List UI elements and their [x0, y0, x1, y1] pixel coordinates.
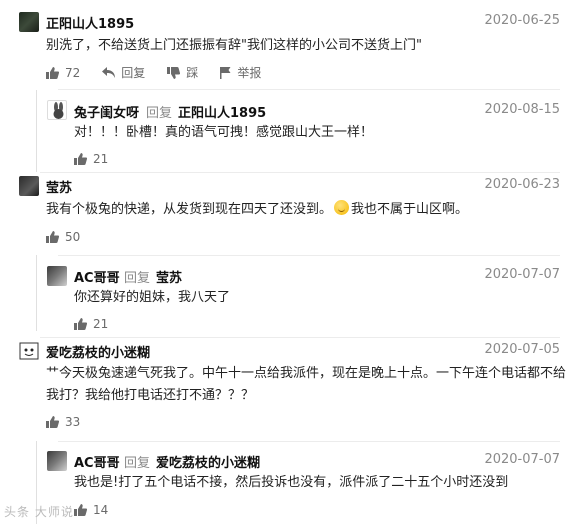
divider	[58, 89, 560, 90]
comment-date: 2020-06-23	[484, 177, 560, 192]
smile-emoji-icon	[334, 200, 350, 215]
reply-word: 回复	[124, 456, 151, 471]
comment-username[interactable]: 莹苏	[46, 177, 72, 196]
reply-target-username[interactable]: 正阳山人1895	[178, 102, 266, 121]
comment-username[interactable]: 正阳山人1895	[46, 13, 134, 32]
like-button[interactable]: 33	[46, 415, 80, 429]
reply-thread-line	[36, 90, 37, 172]
like-count: 33	[65, 415, 81, 429]
like-button[interactable]: 72	[46, 66, 80, 80]
report-button[interactable]: 举报	[220, 64, 261, 81]
like-count: 50	[65, 230, 81, 244]
thumbs-up-icon	[74, 318, 87, 330]
reply-button[interactable]: 回复	[102, 64, 145, 81]
reply-text: 对！！！卧槽！真的语气可拽！感觉跟山大王一样！	[74, 125, 374, 140]
comment-username[interactable]: 爱吃荔枝的小迷糊	[46, 342, 150, 361]
thumbs-up-icon	[46, 416, 59, 428]
reply-username[interactable]: AC哥哥	[74, 452, 120, 471]
avatar[interactable]	[19, 176, 39, 196]
reply-target-username[interactable]: 爱吃荔枝的小迷糊	[156, 452, 260, 471]
like-count: 14	[93, 503, 109, 517]
comment-date: 2020-06-25	[484, 13, 560, 28]
reply-label: 回复	[121, 66, 146, 80]
avatar[interactable]	[19, 12, 39, 32]
avatar[interactable]	[47, 266, 67, 286]
comment-text-line: 艹今天极兔速递气死我了。中午十一点给我派件，现在是晚上十点。一下午连个电话都不给	[46, 366, 567, 381]
divider	[58, 441, 560, 442]
dislike-label: 踩	[186, 66, 199, 80]
comment-actions: 50	[46, 230, 102, 244]
comment-text-part: 我也不属于山区啊。	[351, 202, 469, 217]
reply-actions: 21	[74, 152, 130, 166]
thumbs-up-icon	[74, 153, 87, 165]
comment-date: 2020-07-05	[484, 342, 560, 357]
thumbs-up-icon	[46, 66, 59, 79]
reply-thread-line	[36, 255, 37, 331]
like-button[interactable]: 50	[46, 230, 80, 244]
like-button[interactable]: 14	[74, 503, 108, 517]
thumbs-up-icon	[74, 504, 87, 516]
cartoon-avatar-icon	[19, 342, 39, 360]
reply-word: 回复	[124, 271, 151, 286]
reply-icon	[102, 67, 116, 78]
comment-actions: 33	[46, 415, 102, 429]
reply-text: 你还算好的姐妹，我八天了	[74, 290, 231, 305]
reply-date: 2020-08-15	[484, 102, 560, 117]
thumbs-down-icon	[167, 66, 181, 79]
watermark: 头条 大师说	[4, 505, 74, 519]
report-label: 举报	[237, 66, 262, 80]
divider	[58, 255, 560, 256]
comment-text: 别洗了，不给送货上门还振振有辞"我们这样的小公司不送货上门"	[46, 38, 422, 53]
like-button[interactable]: 21	[74, 317, 108, 331]
divider	[40, 172, 560, 173]
reply-username[interactable]: AC哥哥	[74, 267, 120, 286]
reply-actions: 14	[74, 503, 130, 517]
thumbs-up-icon	[46, 231, 59, 243]
avatar[interactable]	[19, 341, 39, 361]
avatar[interactable]	[47, 100, 67, 120]
reply-actions: 21	[74, 317, 130, 331]
comment-text-part: 我有个极兔的快递，从发货到现在四天了还没到。	[46, 202, 333, 217]
reply-target-username[interactable]: 莹苏	[156, 267, 182, 286]
rabbit-avatar-icon	[53, 102, 64, 119]
comment-actions: 72 回复 踩 举报	[46, 64, 283, 81]
reply-date: 2020-07-07	[484, 452, 560, 467]
divider	[40, 337, 560, 338]
like-button[interactable]: 21	[74, 152, 108, 166]
flag-icon	[220, 66, 231, 79]
reply-text: 我也是!打了五个电话不接，然后投诉也没有，派件派了二十五个小时还没到	[74, 475, 509, 490]
comment-text: 我有个极兔的快递，从发货到现在四天了还没到。 我也不属于山区啊。	[46, 199, 468, 221]
reply-username[interactable]: 兔子闺女呀	[74, 102, 139, 121]
comment-text-line: 我打？我给他打电话还打不通？？？	[46, 388, 255, 403]
like-count: 72	[65, 65, 81, 80]
dislike-button[interactable]: 踩	[167, 64, 198, 81]
reply-date: 2020-07-07	[484, 267, 560, 282]
avatar[interactable]	[47, 451, 67, 471]
reply-word: 回复	[146, 106, 173, 121]
like-count: 21	[93, 152, 109, 166]
like-count: 21	[93, 317, 109, 331]
